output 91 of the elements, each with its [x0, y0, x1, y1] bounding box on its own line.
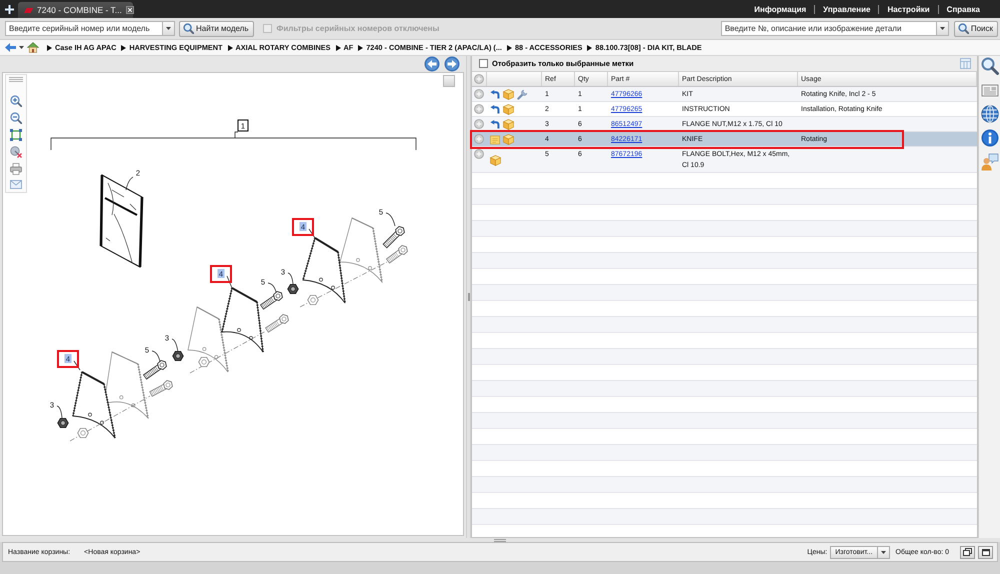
close-icon[interactable] — [126, 6, 134, 14]
dropdown-button[interactable] — [163, 21, 175, 36]
serial-field[interactable]: Введите серийный номер или модель — [5, 21, 163, 36]
plus-circle-icon[interactable] — [474, 149, 484, 159]
knife-blade — [340, 218, 383, 282]
package-icon — [503, 134, 514, 145]
bolt — [265, 314, 289, 333]
left-arrow-icon[interactable] — [424, 56, 440, 72]
dropdown-button[interactable] — [936, 21, 949, 36]
search-icon[interactable] — [980, 57, 998, 75]
filter-label: Фильтры серийных номеров отключены — [276, 24, 440, 33]
part-search-field[interactable]: Введите №, описание или изображение детали — [720, 21, 937, 36]
menu-link[interactable]: Настройки — [878, 4, 938, 14]
bolt — [260, 291, 283, 310]
leader-line — [56, 406, 62, 418]
plus-circle-icon[interactable] — [474, 89, 484, 99]
leader-line — [308, 228, 316, 238]
triangle-icon — [336, 44, 341, 50]
package-icon — [503, 89, 514, 100]
plus-circle-icon[interactable] — [474, 134, 484, 144]
plus-icon[interactable] — [4, 4, 14, 14]
hex-nut — [287, 284, 299, 294]
home-icon[interactable] — [27, 42, 39, 53]
right-arrow-icon[interactable] — [444, 56, 460, 72]
wrench-icon — [517, 89, 528, 100]
zoom-out-icon[interactable] — [10, 112, 22, 124]
knife-blade — [72, 371, 116, 439]
restore-icon — [963, 548, 972, 556]
search-button[interactable]: Поиск — [954, 20, 998, 36]
caret-icon — [940, 27, 945, 30]
note-icon — [490, 134, 500, 144]
knife-blade — [221, 287, 264, 353]
globe-icon[interactable] — [980, 105, 998, 123]
magnifier-cross-icon[interactable] — [10, 146, 22, 158]
leader-line — [172, 338, 178, 352]
triangle-icon — [121, 44, 126, 50]
maximize-icon — [982, 548, 990, 556]
knife-blade — [104, 352, 149, 418]
mail-icon[interactable] — [10, 180, 22, 189]
user-chat-icon[interactable] — [980, 153, 998, 171]
bolt — [149, 380, 173, 397]
hex-nut — [307, 295, 319, 305]
triangle-icon — [587, 44, 592, 50]
leader-line — [152, 350, 160, 362]
triangle-icon — [358, 44, 364, 50]
back-arrow-icon[interactable] — [5, 43, 16, 52]
package-icon — [490, 154, 501, 166]
caret-icon — [880, 550, 886, 554]
fit-icon[interactable] — [10, 129, 22, 141]
caret-icon — [19, 46, 24, 49]
hex-nut — [77, 428, 89, 438]
menu-link[interactable]: Справка — [938, 4, 988, 14]
triangle-icon — [47, 44, 52, 50]
maximize-button[interactable] — [978, 546, 993, 558]
search-icon — [958, 23, 969, 34]
hex-nut — [198, 357, 210, 367]
caret-icon — [166, 27, 171, 30]
leader-line — [386, 212, 396, 226]
splitter-handle[interactable] — [468, 293, 470, 301]
logo-icon — [24, 8, 33, 12]
restore-button[interactable] — [960, 546, 975, 558]
bolt — [382, 226, 405, 248]
print-icon[interactable] — [10, 163, 22, 175]
hex-nut — [172, 351, 184, 361]
plus-circle-icon[interactable] — [474, 104, 484, 114]
grip-icon[interactable] — [9, 77, 23, 82]
plus-circle-icon[interactable] — [474, 74, 484, 84]
leader-line — [226, 276, 232, 288]
leader-line — [268, 282, 276, 292]
dropdown-button[interactable] — [878, 546, 890, 558]
leader-line — [288, 272, 294, 284]
menu-link[interactable]: Управление — [814, 4, 878, 14]
info-icon[interactable] — [980, 129, 998, 147]
knife-blade — [302, 237, 346, 304]
hex-nut — [57, 418, 69, 428]
triangle-icon — [228, 44, 232, 50]
triangle-icon — [506, 44, 512, 50]
bolt — [386, 245, 408, 264]
menu-link[interactable]: Информация — [746, 4, 814, 14]
bolt — [142, 360, 167, 380]
browser-tab[interactable]: 7240 - COMBINE - T... — [18, 2, 133, 18]
leader-line — [126, 176, 134, 190]
leader-line — [74, 360, 80, 370]
plus-circle-icon[interactable] — [474, 119, 484, 129]
knife-blade — [188, 306, 229, 372]
search-icon — [183, 23, 194, 34]
package-icon — [503, 104, 514, 115]
find-model-button[interactable]: Найти модель — [179, 20, 254, 36]
zoom-in-icon[interactable] — [10, 95, 22, 107]
filter-checkbox[interactable] — [479, 59, 488, 68]
package-icon — [503, 119, 514, 130]
